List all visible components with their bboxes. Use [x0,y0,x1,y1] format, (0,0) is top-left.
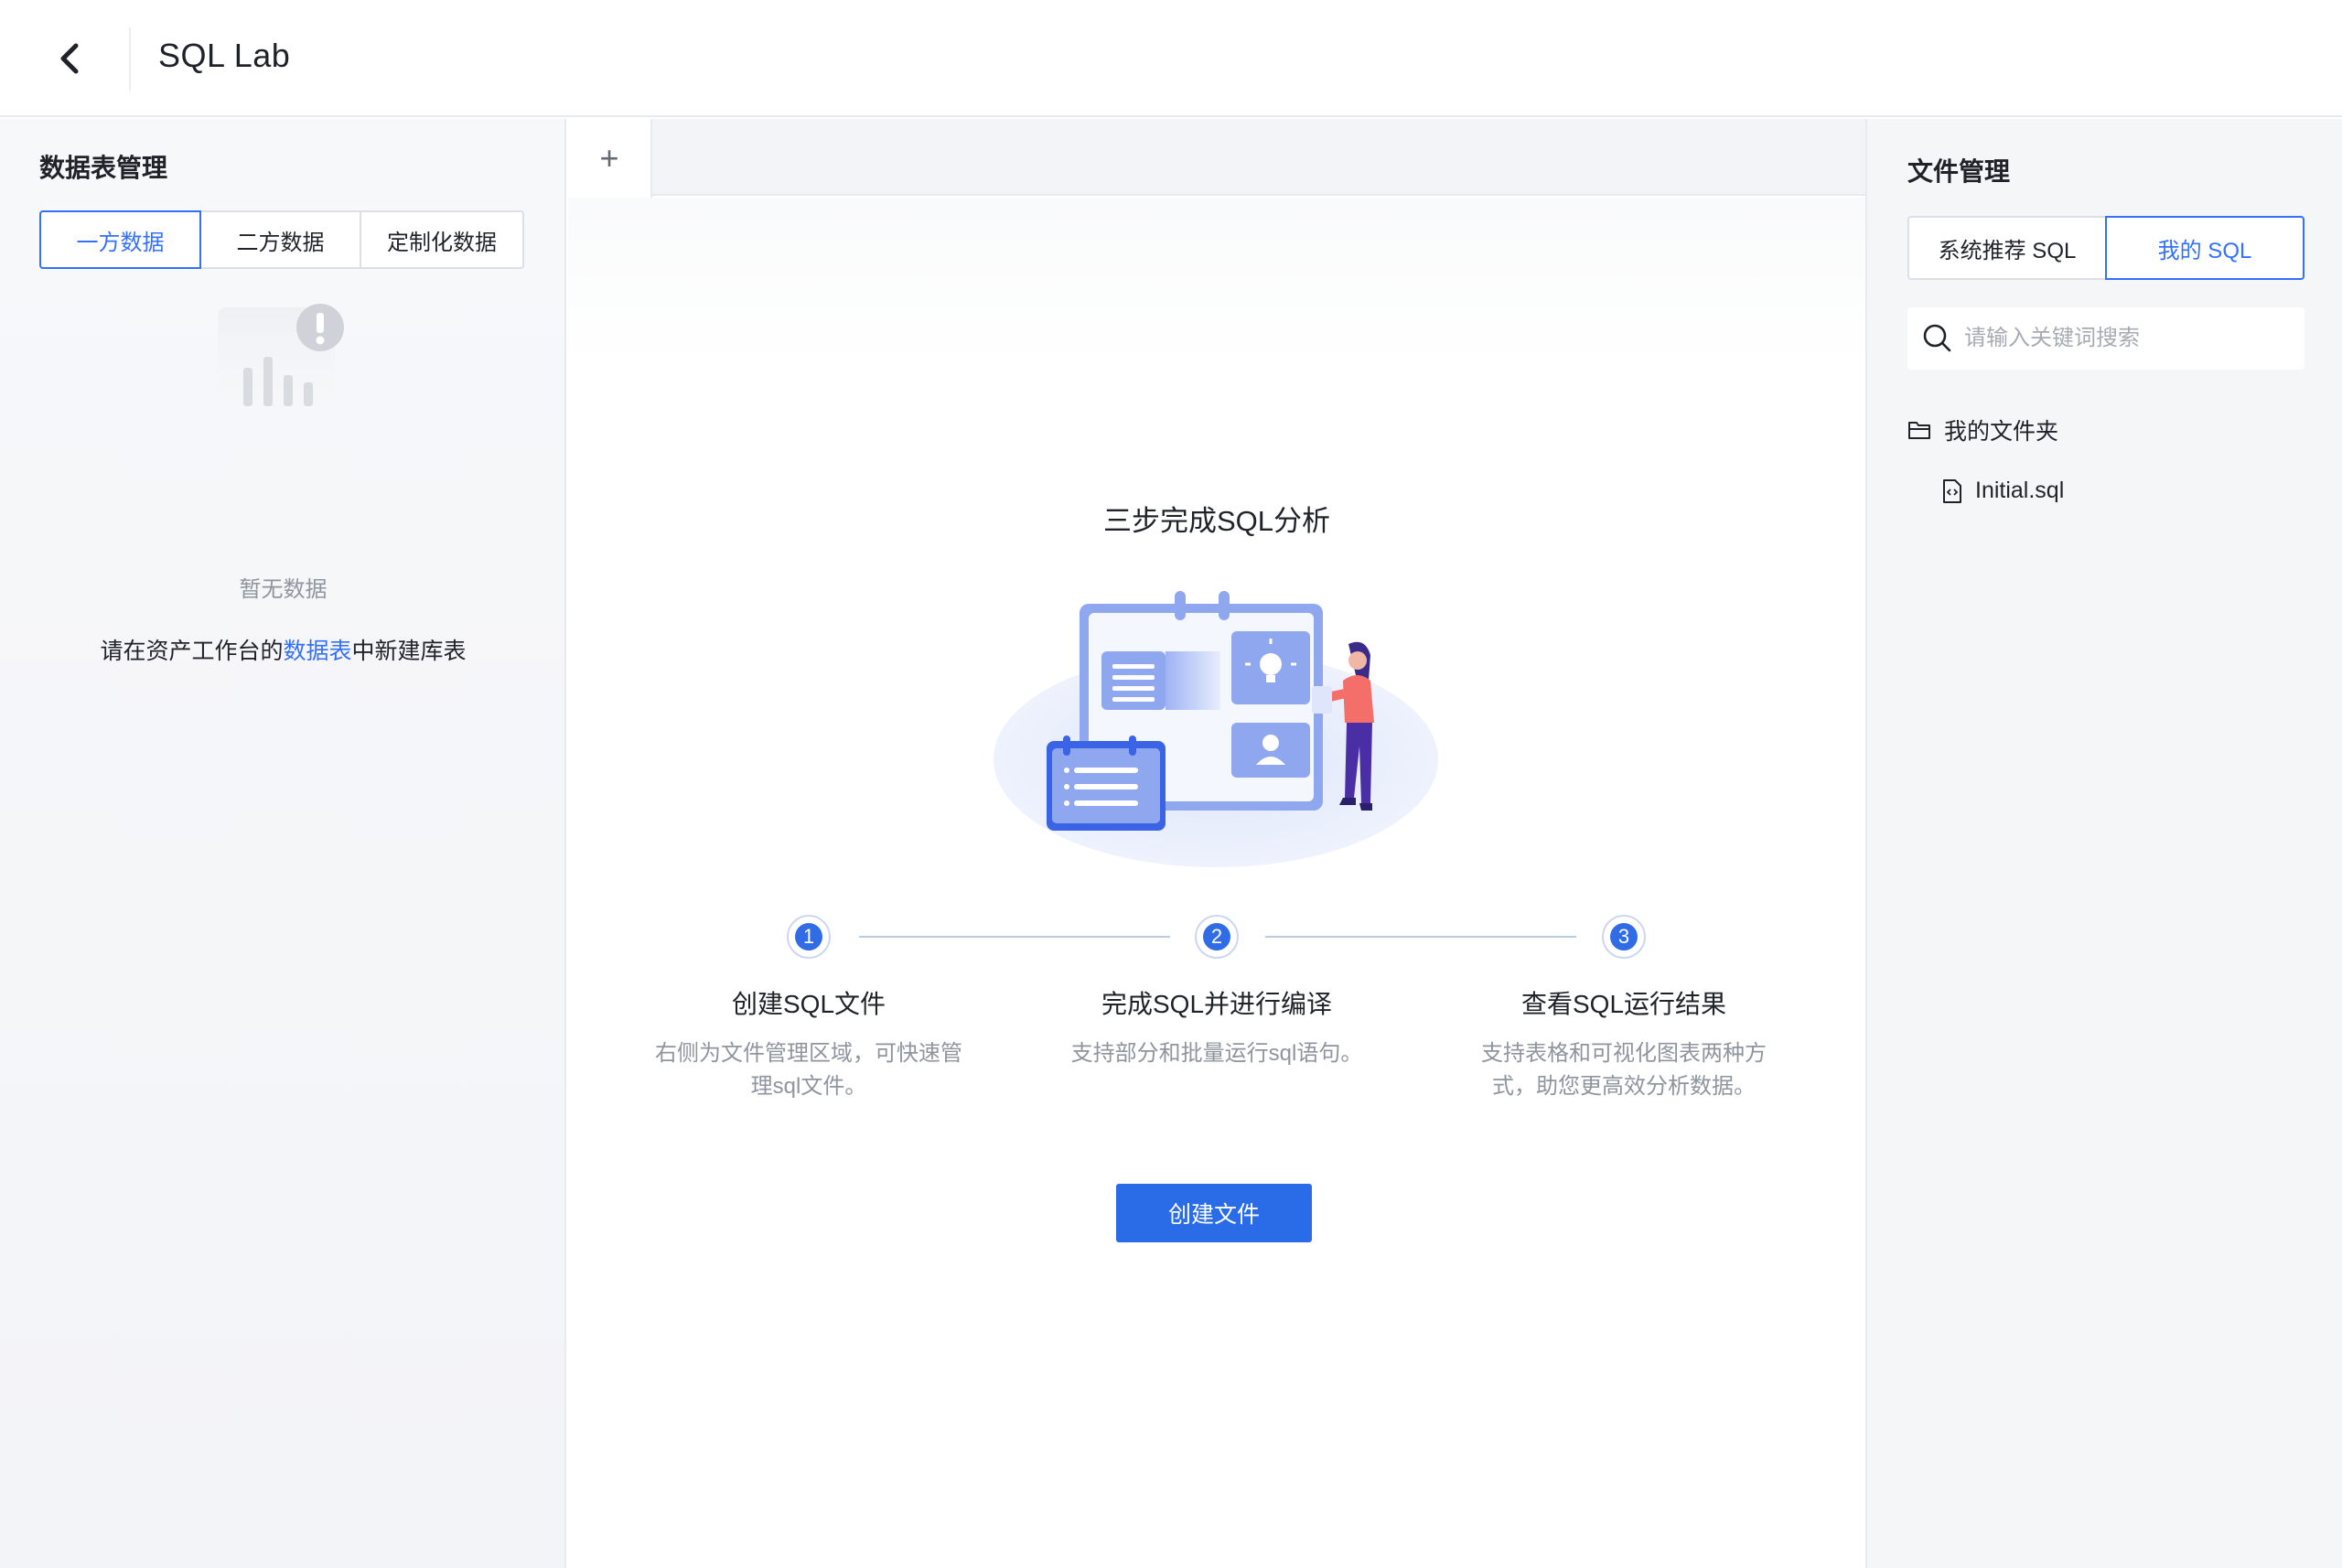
step-description: 支持部分和批量运行sql语句。 [1052,1037,1381,1070]
create-file-button[interactable]: 创建文件 [1116,1184,1312,1242]
step-title: 创建SQL文件 [731,990,886,1018]
file-label: Initial.sql [1975,478,2065,503]
file-management-panel: 文件管理 系统推荐 SQL 我的 SQL 我的文件夹 Initial.sql [1865,119,2342,1568]
guide-title: 三步完成SQL分析 [1102,505,1331,537]
app-title: SQL Lab [158,37,291,74]
tab-system-recommended-sql[interactable]: 系统推荐 SQL [1907,216,2107,280]
data-table-link[interactable]: 数据表 [283,639,351,664]
tab-second-party-data[interactable]: 二方数据 [199,210,361,269]
step-connector [1265,936,1576,938]
step-title: 完成SQL并进行编译 [1101,990,1333,1018]
chevron-left-icon [60,43,79,74]
sql-file-icon [1943,478,1961,503]
step-description: 右侧为文件管理区域，可快速管 理sql文件。 [644,1037,973,1103]
search-icon [1923,324,1951,352]
search-box [1907,307,2304,370]
empty-state-hint: 请在资产工作台的数据表中新建库表 [0,633,566,666]
table-management-panel: 数据表管理 一方数据 二方数据 定制化数据 暂无数据 请在资产工作台的数据表中新… [0,119,566,1568]
add-tab-button[interactable]: + [568,119,652,198]
step-description-line: 理sql文件。 [750,1074,867,1099]
step-description-line: 支持部分和批量运行sql语句。 [1070,1041,1363,1066]
step-number: 2 [1203,923,1230,950]
app-header: SQL Lab [0,0,2342,117]
step-title: 查看SQL运行结果 [1520,990,1727,1018]
header-divider [129,27,131,91]
step-indicator-2: 2 [1195,915,1239,959]
editor-tab-strip: + [568,119,1865,198]
hint-suffix: 中新建库表 [351,639,467,664]
step-number: 1 [795,923,822,950]
tab-my-sql[interactable]: 我的 SQL [2105,216,2304,280]
step-number: 3 [1610,923,1638,950]
empty-data-icon [218,304,344,415]
panel-title: 数据表管理 [39,154,168,182]
step-description-line: 式，助您更高效分析数据。 [1492,1074,1756,1099]
search-input[interactable] [1964,326,2294,351]
panel-title: 文件管理 [1907,157,2011,186]
data-source-tabs: 一方数据 二方数据 定制化数据 [39,210,524,269]
step-indicator-3: 3 [1602,915,1646,959]
step-connector [859,936,1170,938]
hint-prefix: 请在资产工作台的 [100,639,284,664]
folder-my-folder[interactable]: 我的文件夹 [1907,413,2058,446]
sql-source-tabs: 系统推荐 SQL 我的 SQL [1907,216,2304,280]
back-button[interactable] [48,37,91,81]
tab-custom-data[interactable]: 定制化数据 [360,210,524,269]
folder-icon [1908,422,1930,439]
empty-state-text: 暂无数据 [239,577,328,602]
tab-first-party-data[interactable]: 一方数据 [39,210,201,269]
editor-area: + 三步完成SQL分析 1 2 3 创建SQL文件 完成SQL并进行编译 查看S… [568,119,1865,1568]
folder-label: 我的文件夹 [1944,419,2059,445]
step-description: 支持表格和可视化图表两种方 式，助您更高效分析数据。 [1459,1037,1789,1103]
step-description-line: 支持表格和可视化图表两种方 [1481,1041,1767,1066]
getting-started-guide [568,198,1865,1568]
step-description-line: 右侧为文件管理区域，可快速管 [655,1041,962,1066]
sql-analysis-illustration [994,591,1438,867]
file-initial-sql[interactable]: Initial.sql [1942,478,2064,504]
step-indicator-1: 1 [787,915,831,959]
